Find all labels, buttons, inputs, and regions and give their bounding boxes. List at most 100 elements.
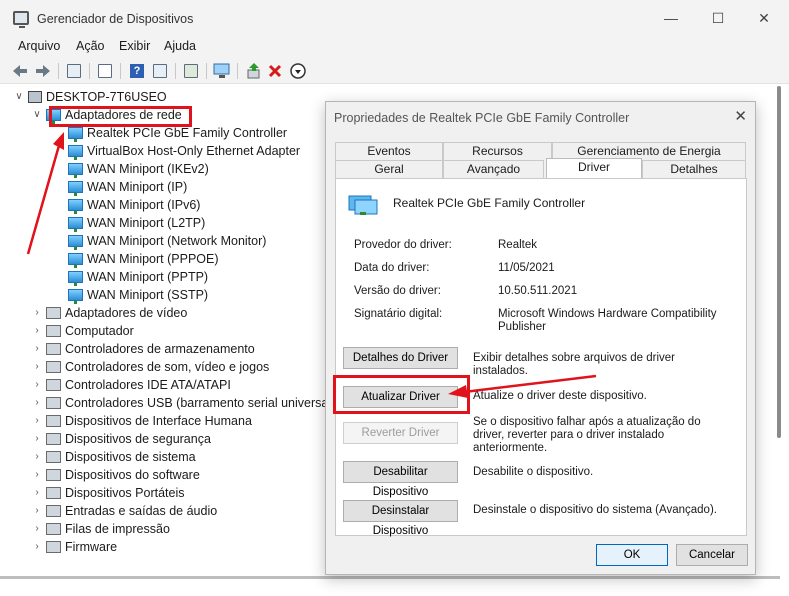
tree-network-adapter-item[interactable]: WAN Miniport (SSTP) — [68, 286, 208, 304]
tree-category-item[interactable]: › Computador — [32, 322, 133, 340]
tree-category-item[interactable]: › Dispositivos Portáteis — [32, 484, 184, 502]
network-adapter-icon — [68, 217, 83, 232]
chevron-right-icon[interactable]: › — [32, 304, 42, 322]
print-icon[interactable] — [181, 61, 201, 81]
driver-details-button[interactable]: Detalhes do Driver — [343, 347, 458, 369]
device-category-icon — [46, 415, 61, 427]
device-category-icon — [46, 469, 61, 481]
chevron-right-icon[interactable]: › — [32, 484, 42, 502]
cancel-button[interactable]: Cancelar — [676, 544, 748, 566]
tree-label: Controladores de som, vídeo e jogos — [65, 360, 270, 374]
highlight-box-network-adapters — [49, 106, 192, 127]
dialog-close-icon[interactable]: ✕ — [734, 107, 747, 125]
chevron-right-icon[interactable]: › — [32, 538, 42, 556]
tree-network-adapter-item[interactable]: WAN Miniport (IKEv2) — [68, 160, 209, 178]
chevron-right-icon[interactable]: › — [32, 358, 42, 376]
tab-recursos[interactable]: Recursos — [443, 142, 552, 160]
console-tree-icon[interactable] — [64, 61, 84, 81]
horizontal-scrollbar[interactable] — [0, 576, 780, 579]
download-circle-icon[interactable] — [288, 61, 308, 81]
uninstall-x-icon[interactable] — [265, 61, 285, 81]
minimize-icon[interactable]: — — [659, 7, 683, 29]
menu-acao[interactable]: Ação — [76, 39, 105, 53]
device-category-icon — [46, 505, 61, 517]
device-category-icon — [46, 307, 61, 319]
tree-category-item[interactable]: › Adaptadores de vídeo — [32, 304, 187, 322]
tree-category-item[interactable]: › Dispositivos de segurança — [32, 430, 211, 448]
tree-category-item[interactable]: › Dispositivos do software — [32, 466, 199, 484]
back-arrow-icon[interactable] — [10, 61, 30, 81]
disable-device-desc: Desabilite o dispositivo. — [473, 466, 594, 478]
tab-geral[interactable]: Geral — [335, 160, 443, 178]
tree-root[interactable]: ∨ DESKTOP-7T6USEO — [14, 88, 166, 106]
uninstall-device-desc: Desinstale o dispositivo do sistema (Ava… — [473, 504, 717, 516]
update-driver-icon[interactable] — [244, 61, 264, 81]
tree-category-item[interactable]: › Filas de impressão — [32, 520, 170, 538]
rollback-driver-button[interactable]: Reverter Driver — [343, 422, 458, 444]
tree-network-adapter-item[interactable]: WAN Miniport (L2TP) — [68, 214, 205, 232]
tree-network-adapter-item[interactable]: WAN Miniport (PPPOE) — [68, 250, 219, 268]
chevron-right-icon[interactable]: › — [32, 340, 42, 358]
tree-label: Dispositivos de segurança — [65, 432, 211, 446]
tree-label: WAN Miniport (Network Monitor) — [87, 234, 267, 248]
chevron-right-icon[interactable]: › — [32, 520, 42, 538]
tree-network-adapter-item[interactable]: VirtualBox Host-Only Ethernet Adapter — [68, 142, 300, 160]
tree-network-adapter-item[interactable]: WAN Miniport (IPv6) — [68, 196, 200, 214]
tree-category-item[interactable]: › Dispositivos de Interface Humana — [32, 412, 252, 430]
forward-arrow-icon[interactable] — [33, 61, 53, 81]
chevron-down-icon[interactable]: ∨ — [14, 88, 24, 106]
scan-hardware-icon[interactable] — [212, 61, 232, 81]
tree-category-item[interactable]: › Controladores IDE ATA/ATAPI — [32, 376, 230, 394]
chevron-right-icon[interactable]: › — [32, 322, 42, 340]
vertical-scrollbar[interactable] — [777, 86, 781, 438]
maximize-icon[interactable]: ☐ — [706, 7, 730, 29]
ok-button[interactable]: OK — [596, 544, 668, 566]
tree-category-item[interactable]: › Controladores USB (barramento serial un… — [32, 394, 328, 412]
tree-category-item[interactable]: › Entradas e saídas de áudio — [32, 502, 217, 520]
tree-label: WAN Miniport (IKEv2) — [87, 162, 209, 176]
uninstall-device-button[interactable]: Desinstalar Dispositivo — [343, 500, 458, 537]
chevron-down-icon[interactable]: ∨ — [32, 106, 42, 124]
tree-network-adapter-item[interactable]: WAN Miniport (IP) — [68, 178, 187, 196]
chevron-right-icon[interactable]: › — [32, 430, 42, 448]
chevron-right-icon[interactable]: › — [32, 466, 42, 484]
tree-category-item[interactable]: › Firmware — [32, 538, 117, 556]
tab-driver[interactable]: Driver — [546, 158, 642, 179]
properties-dialog: Propriedades de Realtek PCIe GbE Family … — [325, 101, 756, 575]
tree-label: Controladores USB (barramento serial uni… — [65, 396, 328, 410]
tree-label: VirtualBox Host-Only Ethernet Adapter — [87, 144, 301, 158]
tab-eventos[interactable]: Eventos — [335, 142, 443, 160]
menu-ajuda[interactable]: Ajuda — [164, 39, 196, 53]
driver-panel: Realtek PCIe GbE Family Controller Prove… — [335, 178, 747, 537]
device-category-icon — [46, 487, 61, 499]
menu-exibir[interactable]: Exibir — [119, 39, 150, 53]
tree-label: WAN Miniport (PPTP) — [87, 270, 209, 284]
disable-device-button[interactable]: Desabilitar Dispositivo — [343, 461, 458, 498]
window-title: Gerenciador de Dispositivos — [37, 12, 194, 26]
chevron-right-icon[interactable]: › — [32, 376, 42, 394]
chevron-right-icon[interactable]: › — [32, 448, 42, 466]
chevron-right-icon[interactable]: › — [32, 502, 42, 520]
device-category-icon — [46, 451, 61, 463]
device-category-icon — [46, 379, 61, 391]
device-category-icon — [46, 343, 61, 355]
chevron-right-icon[interactable]: › — [32, 394, 42, 412]
tree-network-adapter-item[interactable]: WAN Miniport (PPTP) — [68, 268, 208, 286]
tree-category-item[interactable]: › Controladores de som, vídeo e jogos — [32, 358, 269, 376]
tree-network-adapter-item[interactable]: WAN Miniport (Network Monitor) — [68, 232, 266, 250]
device-name: Realtek PCIe GbE Family Controller — [393, 196, 586, 210]
view-icon[interactable] — [150, 61, 170, 81]
tree-label: Controladores de armazenamento — [65, 342, 255, 356]
tree-category-item[interactable]: › Controladores de armazenamento — [32, 340, 255, 358]
chevron-right-icon[interactable]: › — [32, 412, 42, 430]
tab-avancado[interactable]: Avançado — [443, 160, 544, 178]
dialog-title: Propriedades de Realtek PCIe GbE Family … — [334, 111, 630, 125]
tab-detalhes[interactable]: Detalhes — [642, 160, 746, 178]
properties-icon[interactable] — [95, 61, 115, 81]
tree-label: WAN Miniport (SSTP) — [87, 288, 209, 302]
menu-arquivo[interactable]: Arquivo — [18, 39, 60, 53]
tree-category-item[interactable]: › Dispositivos de sistema — [32, 448, 195, 466]
close-icon[interactable]: ✕ — [752, 7, 776, 29]
value-date: 11/05/2021 — [498, 262, 555, 274]
help-icon[interactable]: ? — [127, 61, 147, 81]
